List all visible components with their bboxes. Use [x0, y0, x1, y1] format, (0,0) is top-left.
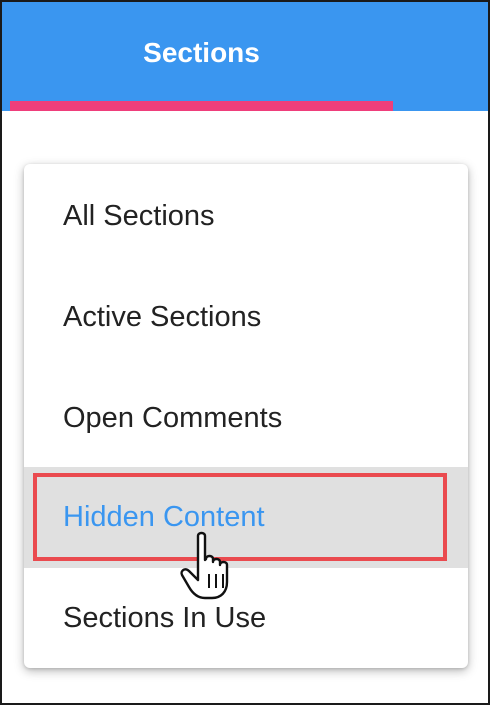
tab-sections-label: Sections	[143, 36, 260, 68]
sections-dropdown-menu: All Sections Active Sections Open Commen…	[24, 164, 468, 668]
menu-item-open-comments[interactable]: Open Comments	[24, 368, 468, 469]
menu-item-label: Open Comments	[63, 402, 283, 434]
menu-item-all-sections[interactable]: All Sections	[24, 166, 468, 267]
app-window: Sections All Sections Active Sections Op…	[0, 0, 490, 705]
menu-item-sections-in-use[interactable]: Sections In Use	[24, 568, 468, 668]
tab-sections[interactable]: Sections	[10, 2, 393, 111]
menu-item-hidden-content[interactable]: Hidden Content	[24, 467, 468, 568]
menu-item-label: Sections In Use	[63, 602, 267, 634]
hand-pointer-icon	[180, 531, 229, 600]
active-tab-indicator	[10, 101, 393, 111]
header-bar: Sections	[2, 2, 488, 111]
menu-item-label: Active Sections	[63, 301, 262, 333]
menu-item-active-sections[interactable]: Active Sections	[24, 267, 468, 368]
menu-item-label: All Sections	[63, 200, 215, 232]
